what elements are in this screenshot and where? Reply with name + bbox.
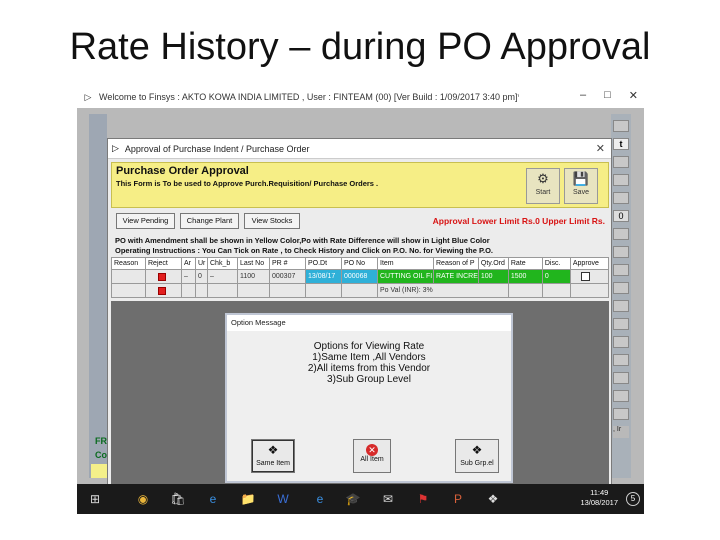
po-date-cell: 13/08/17 (305, 269, 342, 284)
edge-icon[interactable]: e (205, 491, 221, 507)
left-panel-text: FR Co (95, 436, 107, 460)
po-grid: Reason Reject Ar Ur Chk_b Last No PR # P… (111, 257, 610, 298)
col-header: Item (377, 257, 434, 270)
col-header: PO.Dt (305, 257, 342, 270)
col-header: Ar (181, 257, 196, 270)
approve-checkbox[interactable] (569, 269, 610, 284)
col-header: PR # (269, 257, 306, 270)
chrome-icon[interactable]: ◉ (135, 491, 151, 507)
option-message-text: Options for Viewing Rate 1)Same Item ,Al… (307, 341, 431, 385)
close-button[interactable]: ✕ (629, 89, 638, 102)
col-header: Reject (145, 257, 182, 270)
reject-checkbox[interactable] (145, 283, 182, 298)
form-subheading: This Form is To be used to Approve Purch… (116, 179, 379, 188)
taskbar-clock[interactable]: 11:49 13/08/2017 (580, 488, 618, 508)
app-title: Welcome to Finsys : AKTO KOWA INDIA LIMI… (99, 92, 519, 102)
notification-badge[interactable]: 5 (626, 492, 640, 506)
dialog-title: Approval of Purchase Indent / Purchase O… (124, 143, 310, 154)
col-header: Ur (195, 257, 208, 270)
approval-limit-text: Approval Lower Limit Rs.0 Upper Limit Rs… (432, 216, 605, 226)
all-item-button[interactable]: ✕ All Item (353, 439, 391, 473)
col-header: Disc. (541, 257, 571, 270)
dialog-close-button[interactable]: ✕ (596, 142, 605, 155)
rate-cell[interactable]: 1500 (507, 269, 543, 284)
grid-header-row: Reason Reject Ar Ur Chk_b Last No PR # P… (111, 257, 610, 270)
right-panel: t 0 , Ir (611, 114, 631, 478)
finsys-icon[interactable]: ❖ (485, 491, 501, 507)
ie-icon[interactable]: e (312, 491, 328, 507)
col-header: Chk_b (207, 257, 238, 270)
word-icon[interactable]: W (275, 491, 291, 507)
windows-start-icon[interactable]: ⊞ (87, 491, 103, 507)
dialog-icon: ▷ (112, 143, 119, 153)
dialog-titlebar: ▷ Approval of Purchase Indent / Purchase… (108, 139, 611, 159)
mail-icon[interactable]: ✉ (380, 491, 396, 507)
minimize-button[interactable]: – (580, 89, 586, 102)
table-row: – 0 – 1100 000307 13/08/17 000068 CUTTIN… (111, 269, 610, 284)
view-stocks-button[interactable]: View Stocks (244, 213, 300, 229)
change-plant-button[interactable]: Change Plant (180, 213, 239, 229)
col-header: Rate (507, 257, 543, 270)
reject-checkbox[interactable] (145, 269, 182, 284)
error-icon: ✕ (366, 444, 378, 456)
screenshot: ▷ Welcome to Finsys : AKTO KOWA INDIA LI… (77, 86, 644, 514)
store-icon[interactable]: 🛍 (170, 491, 186, 507)
same-item-button[interactable]: ❖ Same Item (251, 439, 295, 473)
app-body: FR Co t 0 , Ir ▷ Approval of Purchase In… (77, 108, 644, 496)
taskbar: ⊞ ◉ 🛍 e 📁 W e 🎓 ✉ ⚑ P ❖ 11:49 13/08/2017… (77, 484, 644, 514)
app-icon-cap[interactable]: 🎓 (345, 491, 361, 507)
form-heading: Purchase Order Approval (116, 165, 249, 177)
po-number-link[interactable]: 000068 (341, 269, 378, 284)
action-row: View Pending Change Plant View Stocks Ap… (111, 211, 609, 233)
option-message-title: Option Message (227, 315, 511, 331)
start-icon: ⚙ (537, 171, 549, 186)
col-header: PO No (341, 257, 378, 270)
col-header: Reason (111, 257, 146, 270)
left-panel (89, 114, 107, 478)
windows-icon: ❖ (267, 443, 279, 457)
powerpoint-icon[interactable]: P (450, 491, 466, 507)
windows-icon: ❖ (471, 443, 483, 457)
color-legend-text: PO with Amendment shall be shown in Yell… (115, 236, 490, 245)
app-titlebar: ▷ Welcome to Finsys : AKTO KOWA INDIA LI… (77, 86, 644, 108)
option-message-dialog: Option Message Options for Viewing Rate … (225, 313, 513, 483)
maximize-button[interactable]: □ (604, 89, 611, 102)
file-explorer-icon[interactable]: 📁 (240, 491, 256, 507)
instructions-text: Operating Instructions : You Can Tick on… (115, 246, 493, 255)
col-header: Reason of P (433, 257, 479, 270)
app-icon: ▷ (84, 91, 92, 102)
slide-title: Rate History – during PO Approval (69, 26, 651, 68)
save-icon: 💾 (572, 171, 590, 186)
col-header: Qty.Ord (477, 257, 509, 270)
save-button[interactable]: 💾 Save (564, 168, 598, 204)
table-row: Po Val (INR): 3% (111, 283, 610, 298)
app-icon-flag[interactable]: ⚑ (415, 491, 431, 507)
start-button[interactable]: ⚙ Start (526, 168, 560, 204)
col-header: Last No (237, 257, 270, 270)
col-header: Approve (569, 257, 610, 270)
header-band: Purchase Order Approval This Form is To … (111, 162, 609, 208)
view-pending-button[interactable]: View Pending (116, 213, 175, 229)
sub-group-button[interactable]: ❖ Sub Grp.el (455, 439, 499, 473)
